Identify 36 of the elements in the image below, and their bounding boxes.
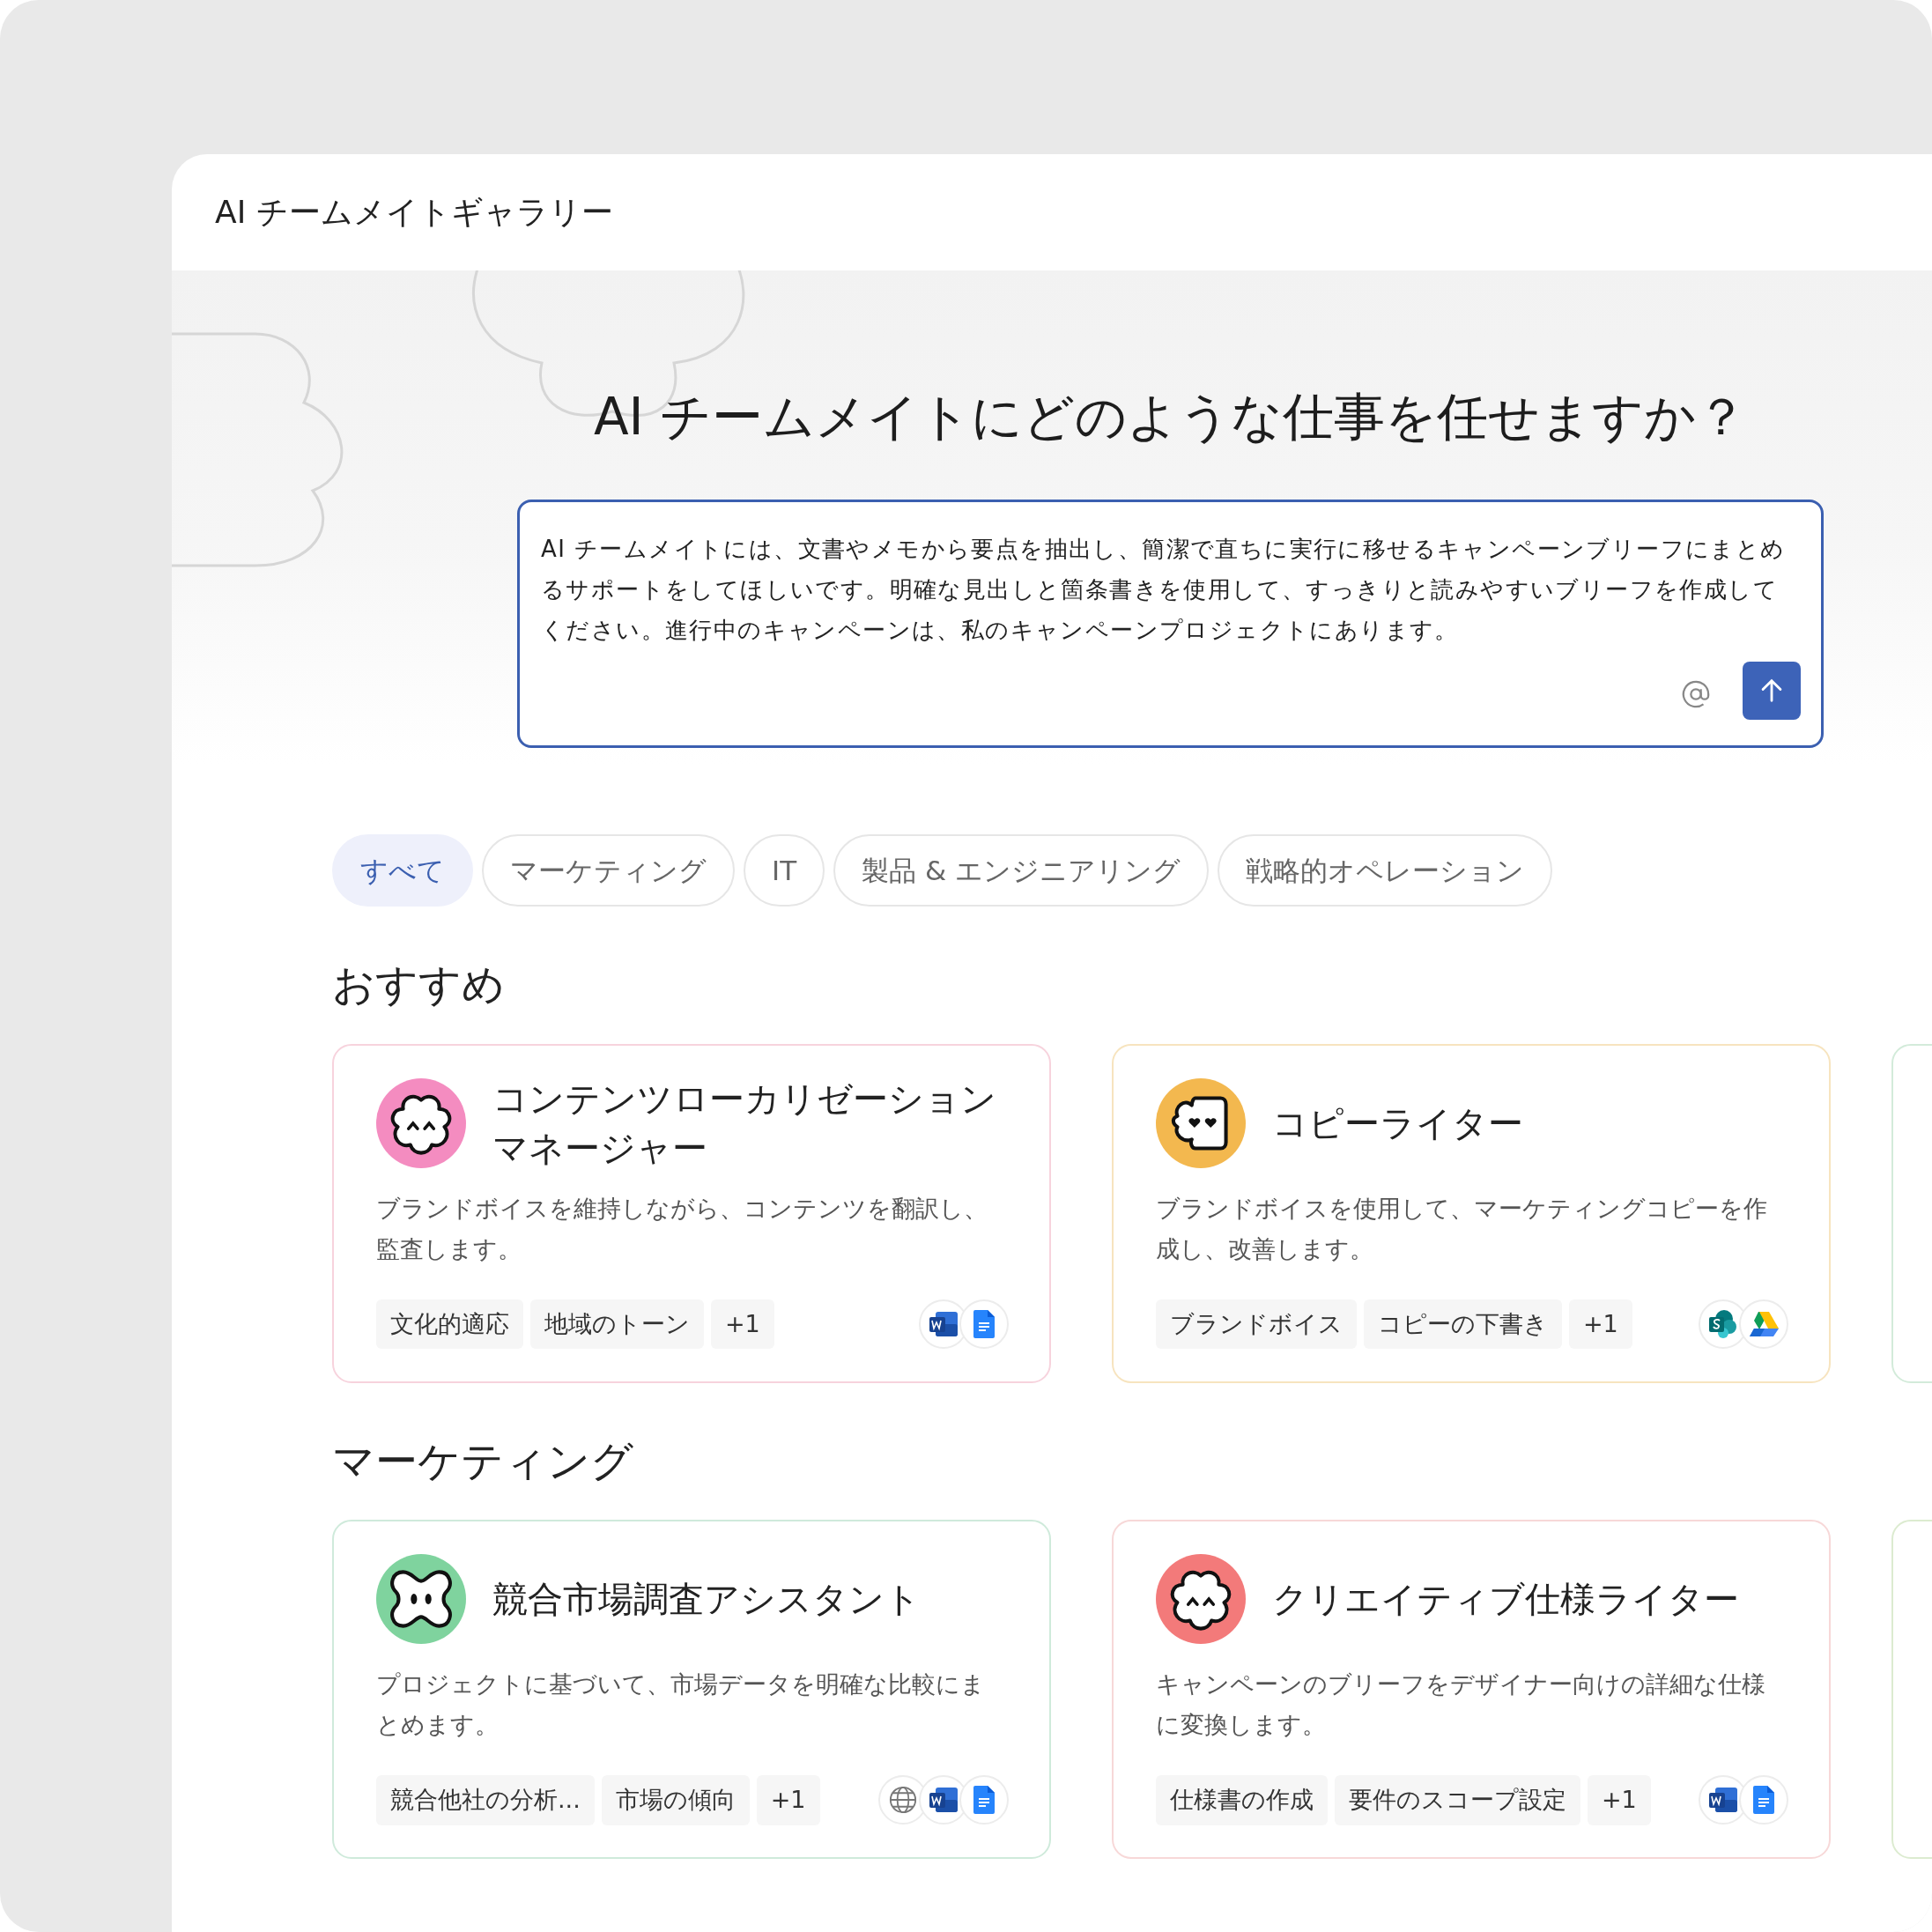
assistant-card[interactable]: コピーライター ブランドボイスを使用して、マーケティングコピーを作成し、改善します。 ブランドボイス コピーの下書き +1 [1112,1043,1831,1383]
tag-chip: コピーの下書き [1364,1299,1562,1350]
window-title: AI チームメイトギャラリー [215,193,613,232]
tag-chip: 地域のトーン [530,1299,704,1350]
tag-chip: ブランドボイス [1156,1299,1357,1350]
send-button[interactable] [1743,661,1801,720]
tag-chip: 文化的適応 [376,1299,523,1350]
tag-chip: 競合他社の分析... [376,1775,595,1825]
prompt-field[interactable]: AI チームメイトには、文書やメモから要点を抽出し、簡潔で直ちに実行に移せるキャンペーンブリーフにまとめるサポートをしてほしいです。明確な見出しと箇条書きを使用して、すっきりと読みやすいブリーフを作成してください。進行中のキャンペーンは、私のキャンペーンプロジェクトにあります。 [517,499,1824,748]
assistant-card[interactable]: コンテンツローカリゼーションマネージャー ブランドボイスを維持しながら、コンテンツを翻訳し、監査します。 文化的適応 地域のトーン +1 [332,1043,1051,1383]
section-heading: マーケティング [332,1435,634,1487]
tag-chip: 仕様書の作成 [1156,1775,1328,1825]
tag-chip: +1 [711,1299,774,1350]
tag-chip: +1 [756,1775,820,1825]
tag-chip: +1 [1569,1299,1632,1350]
card-description: プロジェクトに基づいて、市場データを明確な比較にまとめます。 [376,1669,986,1741]
card-title: コピーライター [1272,1101,1523,1145]
assistant-card[interactable]: クリエイティブ仕様ライター キャンペーンのブリーフをデザイナー向けの詳細な仕様に変換します。 仕様書の作成 要件のスコープ設定 +1 [1112,1520,1831,1860]
section-heading: おすすめ [332,959,506,1010]
tag-chip: +1 [1588,1775,1651,1825]
card-title: コンテンツローカリゼーションマネージャー [492,1077,997,1170]
filter-tab[interactable]: すべて [332,834,473,907]
filter-tab[interactable]: 戦略的オペレーション [1218,834,1552,907]
card-description: ブランドボイスを使用して、マーケティングコピーを作成し、改善します。 [1156,1193,1768,1264]
mention-icon[interactable] [1681,678,1711,709]
card-description: キャンペーンのブリーフをデザイナー向けの詳細な仕様に変換します。 [1156,1669,1766,1741]
card-title: クリエイティブ仕様ライター [1272,1578,1739,1622]
tag-chip: 要件のスコープ設定 [1335,1775,1580,1825]
filter-tab[interactable]: 製品 & エンジニアリング [833,834,1209,907]
card-title: 競合市場調査アシスタント [492,1578,921,1622]
tag-chip: 市場の傾向 [601,1775,750,1825]
filter-tab[interactable]: マーケティング [482,834,735,907]
card-description: ブランドボイスを維持しながら、コンテンツを翻訳し、監査します。 [376,1193,988,1264]
page-heading: AI チームメイトにどのような仕事を任せますか？ [592,387,1749,448]
filter-tab[interactable]: IT [744,834,825,907]
assistant-card[interactable]: 競合市場調査アシスタント プロジェクトに基づいて、市場データを明確な比較にまとめます。 競合他社の分析... 市場の傾向 +1 [332,1520,1051,1860]
